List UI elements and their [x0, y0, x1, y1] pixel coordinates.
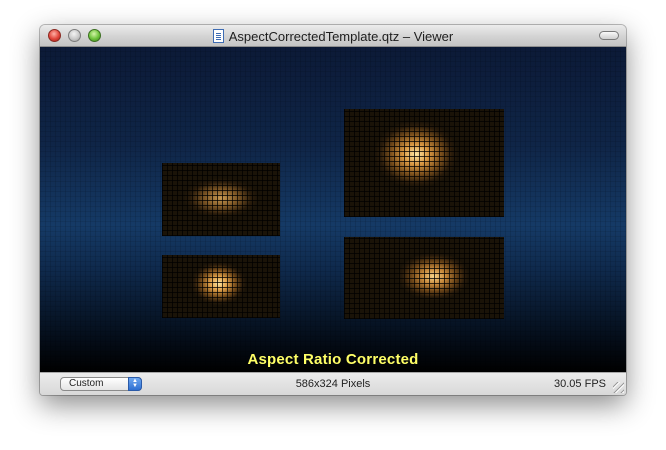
- title-area: AspectCorrectedTemplate.qtz – Viewer: [40, 25, 626, 47]
- resize-grip-icon[interactable]: [613, 382, 624, 393]
- dimensions-label: 586x324 Pixels: [295, 378, 371, 390]
- viewer-window: AspectCorrectedTemplate.qtz – Viewer Asp…: [40, 25, 626, 395]
- window-title: AspectCorrectedTemplate.qtz – Viewer: [228, 28, 454, 44]
- composition-viewport[interactable]: Aspect Ratio Corrected: [40, 47, 626, 372]
- status-bar: Custom ▲ ▼ 586x324 Pixels 30.05 FPS: [40, 372, 626, 395]
- title-bar[interactable]: AspectCorrectedTemplate.qtz – Viewer: [40, 25, 626, 47]
- caption-text: Aspect Ratio Corrected: [247, 351, 419, 368]
- fps-label: 30.05 FPS: [554, 378, 606, 390]
- tile-bottom-right: [344, 237, 504, 319]
- toolbar-toggle-button[interactable]: [599, 31, 619, 40]
- tile-bottom-left: [162, 255, 280, 318]
- tile-top-left: [162, 163, 280, 236]
- tile-top-right: [344, 109, 504, 217]
- document-icon[interactable]: [212, 29, 224, 43]
